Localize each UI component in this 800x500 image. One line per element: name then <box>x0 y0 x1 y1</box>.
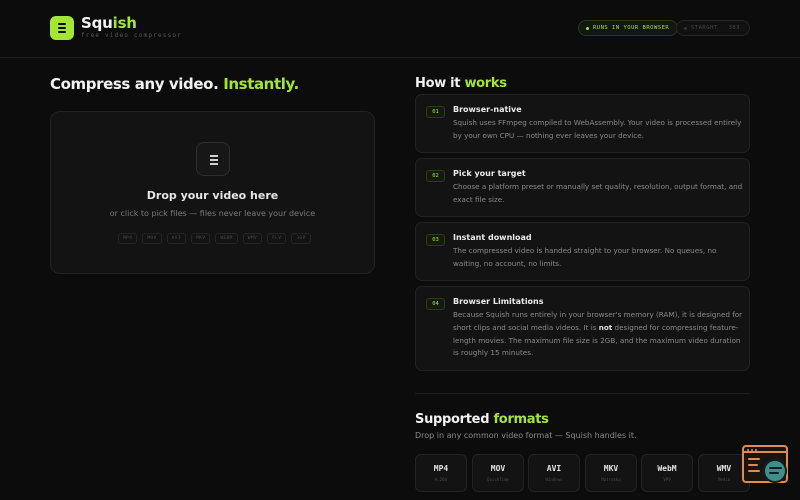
step-title: Instant download <box>453 233 532 242</box>
hero-heading: Compress any video. Instantly. <box>50 75 299 93</box>
step-description: The compressed video is handed straight … <box>453 246 717 268</box>
format-card: MP4 H.264 <box>415 454 467 492</box>
file-upload-icon <box>196 142 230 176</box>
format-chip: FLV <box>267 233 287 244</box>
step-card: 04 Browser Limitations Because Squish ru… <box>415 286 750 371</box>
dropzone-subtitle: or click to pick files — files never lea… <box>109 209 316 218</box>
step-number: 02 <box>426 170 445 182</box>
how-it-works-heading: How it works <box>415 76 507 91</box>
search-icon <box>763 459 787 483</box>
step-number: 03 <box>426 234 445 246</box>
star-icon <box>684 27 687 30</box>
dropzone-title: Drop your video here <box>146 189 279 202</box>
floating-inspector-widget[interactable] <box>742 445 790 487</box>
step-number: 04 <box>426 298 445 310</box>
format-codec: VP9 <box>663 477 671 482</box>
format-extension: WebM <box>657 464 677 473</box>
site-header: Squish free video compressor RUNS IN YOU… <box>0 0 800 58</box>
format-codec: Windows <box>545 477 563 482</box>
status-dot-icon <box>586 27 589 30</box>
step-title: Pick your target <box>453 169 526 178</box>
format-chip: AVI <box>166 233 186 244</box>
logo-icon[interactable] <box>50 16 74 40</box>
step-card: 02 Pick your target Choose a platform pr… <box>415 158 750 217</box>
brand-tagline: free video compressor <box>81 32 183 39</box>
format-codec: H.264 <box>434 477 448 482</box>
format-extension: MP4 <box>433 464 449 473</box>
step-title: Browser-native <box>453 105 522 114</box>
format-extension: MKV <box>603 464 619 473</box>
format-card: WebM VP9 <box>641 454 693 492</box>
format-codec: Matroska <box>601 477 621 482</box>
section-divider <box>415 393 750 394</box>
step-description: Because Squish runs entirely in your bro… <box>453 310 743 358</box>
step-card: 01 Browser-native Squish uses FFmpeg com… <box>415 94 750 153</box>
star-count: 383 <box>728 25 740 31</box>
format-chip: 3GP <box>291 233 311 244</box>
format-card: MOV QuickTime <box>472 454 524 492</box>
brand-name[interactable]: Squish <box>81 14 137 32</box>
format-card: MKV Matroska <box>585 454 637 492</box>
video-dropzone[interactable]: Drop your video here or click to pick fi… <box>50 111 375 274</box>
github-star-button[interactable]: STARGHT 383 <box>676 20 750 36</box>
step-number: 01 <box>426 106 445 118</box>
format-chip: MKV <box>190 233 211 244</box>
supported-formats-heading: Supported formats <box>415 412 549 427</box>
format-chip: MP4 <box>118 233 138 244</box>
format-extension: AVI <box>546 464 562 473</box>
format-card: AVI Windows <box>528 454 580 492</box>
format-extension: MOV <box>490 464 506 473</box>
dropzone-format-list: MP4 MOV AVI MKV WEBM WMV FLV 3GP <box>118 233 311 244</box>
format-codec: QuickTime <box>487 477 509 482</box>
format-chip: WEBM <box>215 233 238 244</box>
format-chip: MOV <box>142 233 162 244</box>
step-description: Squish uses FFmpeg compiled to WebAssemb… <box>453 118 742 140</box>
step-card: 03 Instant download The compressed video… <box>415 222 750 281</box>
runs-in-browser-badge: RUNS IN YOUR BROWSER <box>578 20 679 36</box>
step-title: Browser Limitations <box>453 297 544 306</box>
supported-formats-subtitle: Drop in any common video format — Squish… <box>415 431 637 440</box>
format-chip: WMV <box>242 233 263 244</box>
step-description: Choose a platform preset or manually set… <box>453 182 743 204</box>
